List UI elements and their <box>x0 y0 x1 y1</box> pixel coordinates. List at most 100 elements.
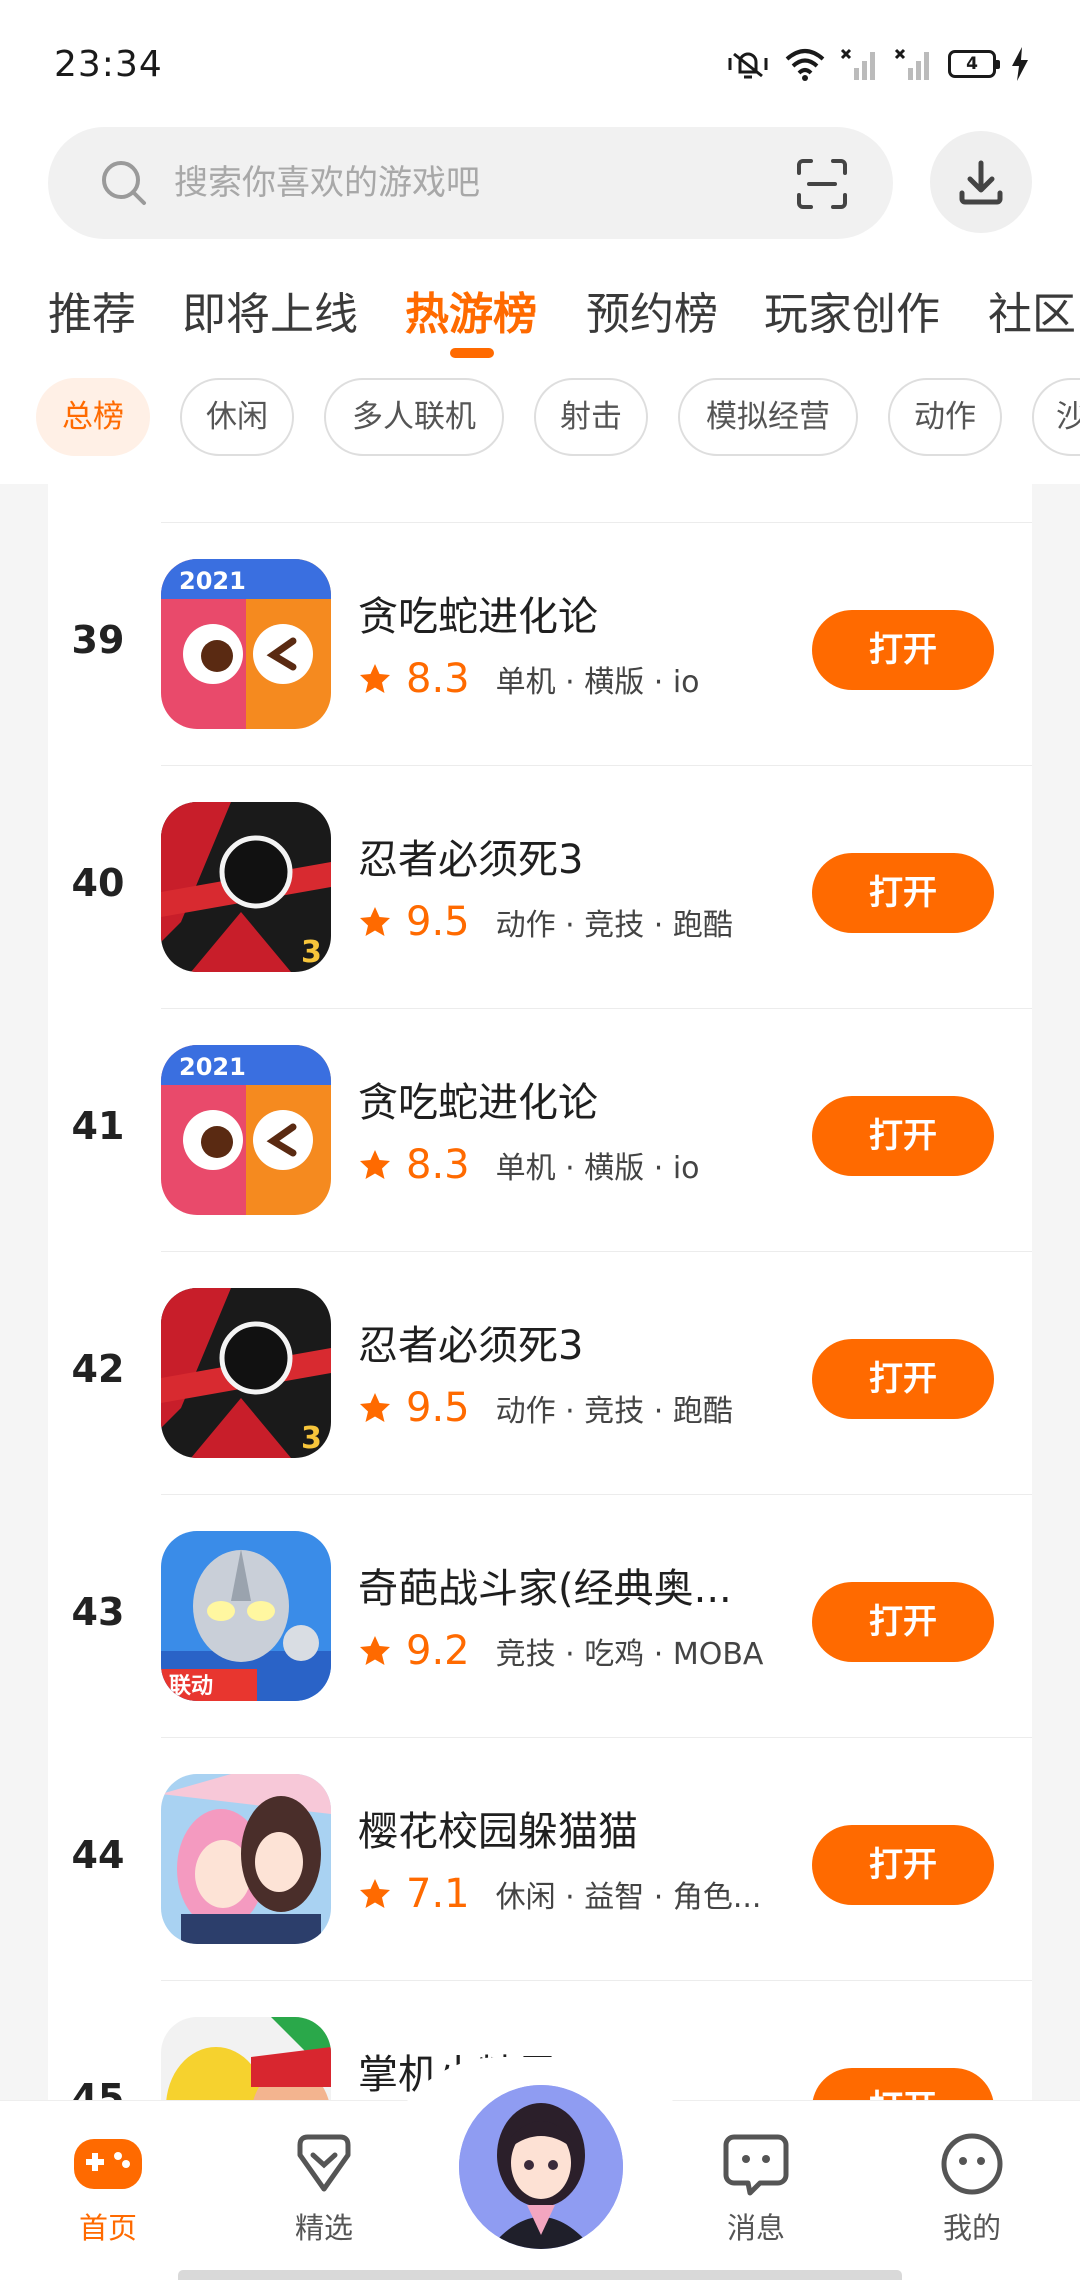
open-button[interactable]: 打开 <box>812 1582 994 1662</box>
mute-vibrate-icon <box>728 52 768 79</box>
nav-profile[interactable]: 我的 <box>912 2131 1032 2247</box>
ranking-list: 39 2021 贪吃蛇进化论 8.3 单机 · 横版 · io 打开 40 3 … <box>0 484 1080 2100</box>
wifi-icon <box>785 49 825 81</box>
game-score: 8.3 <box>406 1142 470 1188</box>
game-name: 奇葩战斗家(经典奥... <box>358 1566 732 1612</box>
heart-diamond-icon <box>297 2134 351 2192</box>
nav-featured[interactable]: 精选 <box>264 2131 384 2247</box>
chip-shooter[interactable]: 射击 <box>534 378 648 456</box>
game-row[interactable]: 42 3 忍者必须死3 9.5 动作 · 竞技 · 跑酷 打开 <box>48 1251 1032 1494</box>
nav-label: 精选 <box>294 2211 353 2245</box>
nav-label: 首页 <box>78 2211 137 2245</box>
row-divider <box>161 1008 1032 1009</box>
ninja-must-die-icon[interactable]: 3 <box>161 802 331 972</box>
tab-recommend[interactable]: 推荐 <box>48 278 136 342</box>
battery-icon: 4 <box>948 50 1000 78</box>
avatar-icon[interactable] <box>455 2081 627 2253</box>
game-tags: 休闲 · 益智 · 角色... <box>495 1880 762 1915</box>
nav-home[interactable]: 首页 <box>48 2131 168 2247</box>
status-icons: 4 <box>726 44 1030 84</box>
game-row[interactable]: 44 樱花校园躲猫猫 7.1 休闲 · 益智 · 角色... 打开 <box>48 1737 1032 1980</box>
tab-player-creation[interactable]: 玩家创作 <box>764 278 940 342</box>
star-icon <box>360 1150 390 1179</box>
rank-number: 42 <box>71 1347 125 1391</box>
gamepad-icon <box>74 2139 142 2189</box>
chip-casual[interactable]: 休闲 <box>180 378 294 456</box>
tab-hot-games[interactable]: 热游榜 <box>405 278 537 342</box>
game-tags: 单机 · 横版 · io <box>495 665 700 700</box>
search-placeholder: 搜索你喜欢的游戏吧 <box>174 163 480 203</box>
svg-text:2021: 2021 <box>179 1053 246 1081</box>
chip-all[interactable]: 总榜 <box>36 378 150 456</box>
ninja-must-die-icon[interactable]: 3 <box>161 1288 331 1458</box>
open-button[interactable]: 打开 <box>812 610 994 690</box>
rank-number: 40 <box>71 861 125 905</box>
row-divider <box>161 522 1032 523</box>
game-tags: 动作 · 竞技 · 跑酷 <box>495 1394 733 1429</box>
search-icon <box>102 161 146 205</box>
row-divider <box>161 1494 1032 1495</box>
chip-action[interactable]: 动作 <box>888 378 1002 456</box>
home-indicator <box>178 2270 902 2280</box>
game-tags: 竞技 · 吃鸡 · MOBA <box>495 1637 764 1672</box>
tab-community[interactable]: 社区 <box>988 278 1076 342</box>
open-button[interactable]: 打开 <box>812 1339 994 1419</box>
tab-coming-soon[interactable]: 即将上线 <box>182 278 358 342</box>
game-row[interactable]: 43 联动 奇葩战斗家(经典奥... 9.2 竞技 · 吃鸡 · MOBA 打开 <box>48 1494 1032 1737</box>
chip-multiplayer[interactable]: 多人联机 <box>324 378 504 456</box>
rating-row: 9.5 动作 · 竞技 · 跑酷 <box>358 1383 733 1433</box>
open-button[interactable]: 打开 <box>812 1096 994 1176</box>
star-icon <box>360 1879 390 1908</box>
game-score: 9.5 <box>406 1385 470 1431</box>
message-icon <box>723 2134 789 2196</box>
svg-text:3: 3 <box>301 935 322 970</box>
nav-label: 消息 <box>726 2211 785 2245</box>
search-bar[interactable]: 搜索你喜欢的游戏吧 <box>48 127 893 239</box>
game-score: 7.1 <box>406 1871 470 1917</box>
rank-number: 39 <box>71 618 125 662</box>
game-row[interactable]: 39 2021 贪吃蛇进化论 8.3 单机 · 横版 · io 打开 <box>48 522 1032 765</box>
star-icon <box>360 1636 390 1665</box>
signal-no-sim-2-icon <box>894 48 929 80</box>
svg-text:2021: 2021 <box>179 567 246 595</box>
download-button[interactable] <box>930 131 1032 233</box>
game-score: 8.3 <box>406 656 470 702</box>
open-button[interactable]: 打开 <box>812 2068 994 2100</box>
sakura-school-icon[interactable] <box>161 1774 331 1944</box>
genre-chips: 总榜 休闲 多人联机 射击 模拟经营 动作 沙 <box>0 378 1080 456</box>
row-divider <box>161 1251 1032 1252</box>
rating-row: 9.5 动作 · 竞技 · 跑酷 <box>358 897 733 947</box>
open-button[interactable]: 打开 <box>812 1825 994 1905</box>
star-icon <box>360 907 390 936</box>
game-row[interactable]: 41 2021 贪吃蛇进化论 8.3 单机 · 横版 · io 打开 <box>48 1008 1032 1251</box>
star-icon <box>360 1393 390 1422</box>
rank-number: 43 <box>71 1590 125 1634</box>
row-divider <box>161 765 1032 766</box>
game-tags: 动作 · 竞技 · 跑酷 <box>495 908 733 943</box>
game-name: 忍者必须死3 <box>358 1323 584 1369</box>
rating-row: 8.3 单机 · 横版 · io <box>358 1140 700 1190</box>
tab-reservation[interactable]: 预约榜 <box>586 278 718 342</box>
status-time: 23:34 <box>54 44 163 85</box>
signal-no-sim-icon <box>840 48 875 80</box>
game-score: 9.5 <box>406 899 470 945</box>
open-button[interactable]: 打开 <box>812 853 994 933</box>
game-row[interactable]: 40 3 忍者必须死3 9.5 动作 · 竞技 · 跑酷 打开 <box>48 765 1032 1008</box>
rank-number: 44 <box>71 1833 125 1877</box>
scan-icon[interactable] <box>795 157 849 211</box>
chip-simulation[interactable]: 模拟经营 <box>678 378 858 456</box>
rank-number: 41 <box>71 1104 125 1148</box>
game-name: 忍者必须死3 <box>358 837 584 883</box>
nav-messages[interactable]: 消息 <box>696 2131 816 2247</box>
svg-text:3: 3 <box>301 1421 322 1456</box>
chip-sandbox[interactable]: 沙 <box>1032 378 1080 456</box>
bottom-nav: 首页 精选 消息 我的 <box>0 2057 1080 2280</box>
ultraman-icon[interactable]: 联动 <box>161 1531 331 1701</box>
svg-text:联动: 联动 <box>169 1674 213 1699</box>
game-name: 樱花校园躲猫猫 <box>358 1809 638 1855</box>
pocket-monster-icon[interactable] <box>161 2017 331 2100</box>
snake-evolution-icon[interactable]: 2021 <box>161 559 331 729</box>
rank-number: 45 <box>71 2076 125 2100</box>
snake-evolution-icon[interactable]: 2021 <box>161 1045 331 1215</box>
profile-face-icon <box>941 2133 1003 2195</box>
